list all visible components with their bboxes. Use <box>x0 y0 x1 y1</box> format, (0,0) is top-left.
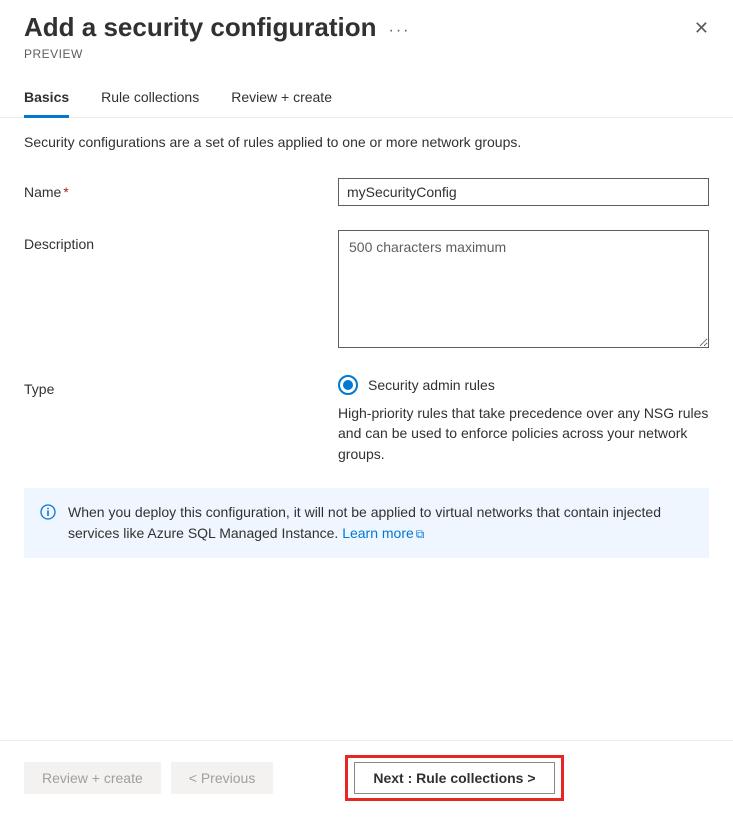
tab-rule-collections[interactable]: Rule collections <box>101 89 199 118</box>
page-title: Add a security configuration <box>24 12 377 43</box>
previous-button[interactable]: < Previous <box>171 762 274 794</box>
tab-review-create[interactable]: Review + create <box>231 89 332 118</box>
next-button[interactable]: Next : Rule collections > <box>354 762 554 794</box>
description-input[interactable] <box>338 230 709 348</box>
radio-dot-icon <box>343 380 353 390</box>
highlight-box: Next : Rule collections > <box>345 755 563 801</box>
name-control <box>338 178 709 206</box>
radio-security-admin[interactable] <box>338 375 358 395</box>
info-box: When you deploy this configuration, it w… <box>24 488 709 558</box>
radio-group: Security admin rules High-priority rules… <box>338 375 709 464</box>
name-label-text: Name <box>24 184 61 200</box>
learn-more-text: Learn more <box>342 525 414 541</box>
type-label: Type <box>24 375 338 397</box>
header: Add a security configuration ··· ✕ <box>0 0 733 47</box>
info-icon <box>40 504 56 520</box>
radio-description: High-priority rules that take precedence… <box>338 403 709 464</box>
tabs: Basics Rule collections Review + create <box>0 61 733 118</box>
form-row-description: Description <box>24 230 709 351</box>
close-icon[interactable]: ✕ <box>694 18 709 39</box>
learn-more-link[interactable]: Learn more⧉ <box>342 525 424 541</box>
radio-row: Security admin rules <box>338 375 709 395</box>
form-row-name: Name* <box>24 178 709 206</box>
tab-basics[interactable]: Basics <box>24 89 69 118</box>
info-text: When you deploy this configuration, it w… <box>68 502 693 544</box>
description-label: Description <box>24 230 338 252</box>
description-control <box>338 230 709 351</box>
required-indicator: * <box>63 184 68 200</box>
review-create-button[interactable]: Review + create <box>24 762 161 794</box>
name-label: Name* <box>24 178 338 200</box>
name-input[interactable] <box>338 178 709 206</box>
type-control: Security admin rules High-priority rules… <box>338 375 709 464</box>
content: Security configurations are a set of rul… <box>0 118 733 574</box>
external-link-icon: ⧉ <box>416 525 425 543</box>
more-icon[interactable]: ··· <box>389 22 411 40</box>
footer: Review + create < Previous Next : Rule c… <box>0 740 733 823</box>
form-row-type: Type Security admin rules High-priority … <box>24 375 709 464</box>
description-text: Security configurations are a set of rul… <box>24 134 709 150</box>
radio-label: Security admin rules <box>368 377 495 393</box>
header-left: Add a security configuration ··· <box>24 12 410 43</box>
preview-label: PREVIEW <box>0 47 733 61</box>
